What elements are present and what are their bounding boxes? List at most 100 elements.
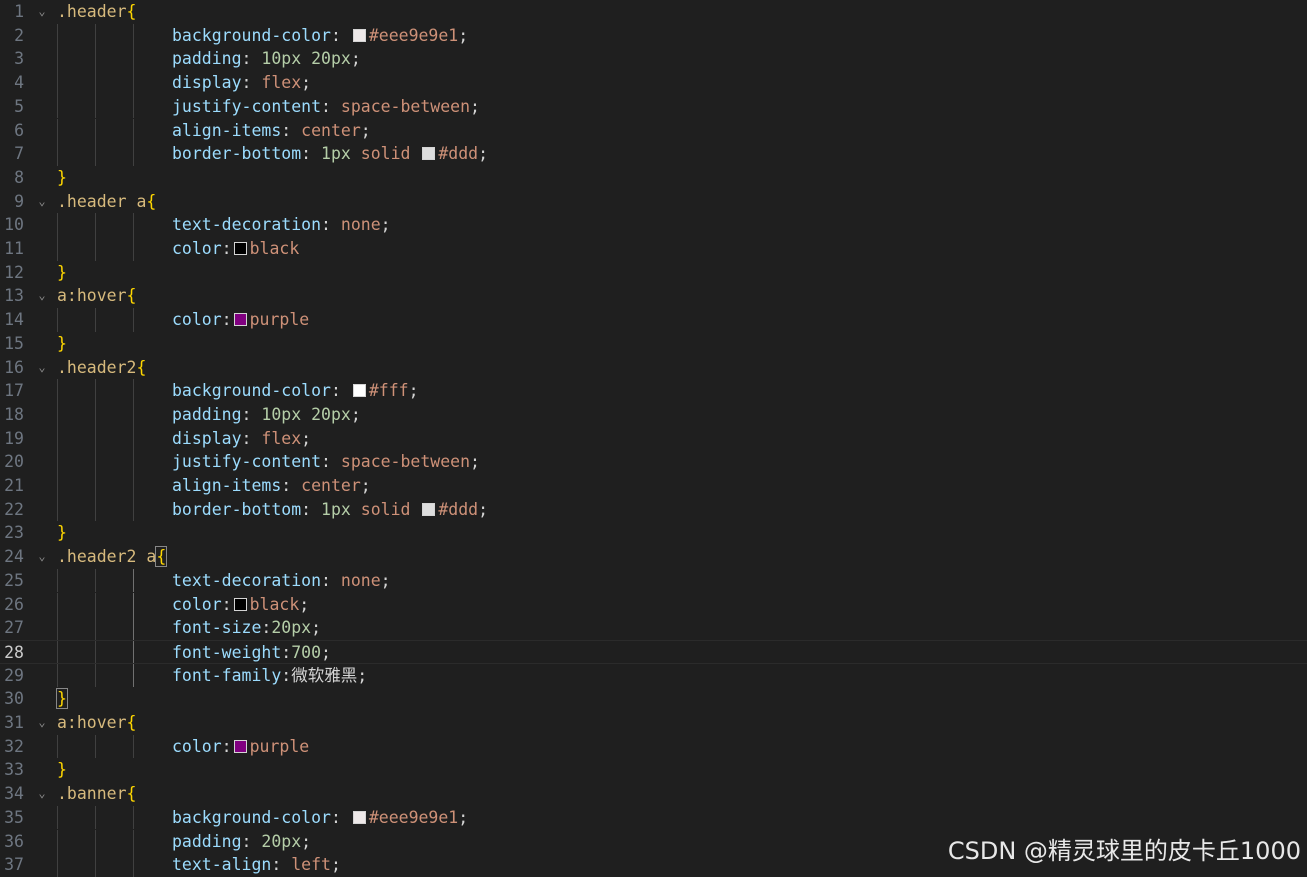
code-content: font-weight:700; (172, 641, 331, 665)
code-line[interactable]: 31 ⌄ a:hover{ (0, 711, 1307, 735)
code-token: : (241, 831, 262, 851)
indent-guide (133, 142, 134, 166)
code-line[interactable]: 8} (0, 166, 1307, 190)
code-token: display (172, 428, 242, 448)
code-token: : (330, 381, 351, 401)
code-token: 10px 20px (261, 404, 351, 424)
code-token: } (57, 760, 67, 780)
code-line[interactable]: 32 color: purple (0, 734, 1307, 759)
code-line[interactable]: 16 ⌄ .header2{ (0, 356, 1307, 380)
code-line[interactable]: 6 align-items: center; (0, 118, 1307, 143)
color-swatch[interactable] (352, 28, 366, 42)
code-line[interactable]: 27 font-size:20px; (0, 616, 1307, 640)
indent-guide (57, 47, 58, 72)
code-token: } (57, 333, 67, 353)
code-token: none (340, 570, 381, 590)
code-line[interactable]: 20 justify-content: space-between; (0, 450, 1307, 474)
code-token: space-between (340, 452, 471, 472)
code-content: } (57, 332, 67, 356)
code-line[interactable]: 35 background-color: #eee9e9e1; (0, 805, 1307, 830)
color-swatch[interactable] (233, 313, 247, 327)
code-token: .header a (57, 191, 147, 211)
color-swatch[interactable] (233, 739, 247, 753)
code-line[interactable]: 15} (0, 332, 1307, 356)
indent-guide (57, 640, 58, 663)
code-content: padding: 10px 20px; (172, 403, 361, 427)
code-line[interactable]: 13 ⌄ a:hover{ (0, 284, 1307, 308)
fold-chevron-icon[interactable]: ⌄ (34, 782, 50, 806)
line-number: 29 (4, 665, 24, 685)
indent-guide (57, 213, 58, 237)
code-line[interactable]: 19 display: flex; (0, 426, 1307, 451)
line-number: 16 (4, 357, 24, 377)
code-line[interactable]: 28 font-weight:700; (0, 639, 1307, 665)
indent-guide (95, 616, 96, 640)
code-token: { (155, 546, 168, 568)
indent-guide (133, 47, 134, 72)
code-token: a:hover (57, 286, 127, 306)
code-line[interactable]: 22 border-bottom: 1px solid #ddd; (0, 497, 1307, 522)
code-line[interactable]: 11 color: black (0, 237, 1307, 261)
code-line[interactable]: 12} (0, 261, 1307, 285)
color-swatch[interactable] (352, 810, 366, 824)
color-swatch[interactable] (422, 502, 436, 516)
indent-guide (57, 142, 58, 166)
code-line[interactable]: 2 background-color: #eee9e9e1; (0, 23, 1307, 48)
indent-guide (133, 71, 134, 95)
code-line[interactable]: 21 align-items: center; (0, 474, 1307, 498)
fold-chevron-icon[interactable]: ⌄ (34, 190, 50, 214)
line-number: 9 (14, 191, 24, 211)
color-swatch[interactable] (233, 242, 247, 255)
code-line[interactable]: 4 display: flex; (0, 71, 1307, 95)
code-token: : (330, 807, 351, 827)
code-line[interactable]: 23} (0, 521, 1307, 545)
code-line[interactable]: 1 ⌄ .header{ (0, 0, 1307, 24)
line-number: 18 (4, 404, 24, 424)
code-line[interactable]: 30} (0, 687, 1307, 711)
color-swatch[interactable] (422, 147, 436, 161)
code-line[interactable]: 25 text-decoration: none; (0, 568, 1307, 593)
color-swatch[interactable] (233, 597, 247, 611)
code-token: background-color (172, 381, 331, 401)
indent-guide (95, 308, 96, 332)
code-line[interactable]: 33} (0, 758, 1307, 782)
line-number: 37 (4, 855, 24, 875)
indent-guide (95, 853, 96, 877)
indent-guide (57, 94, 58, 119)
code-line[interactable]: 17 background-color: #fff; (0, 379, 1307, 403)
code-token: font-weight (172, 642, 282, 662)
code-line[interactable]: 5 justify-content: space-between; (0, 94, 1307, 119)
code-token: text-decoration (172, 215, 322, 235)
fold-chevron-icon[interactable]: ⌄ (34, 711, 50, 735)
code-content: } (57, 521, 67, 545)
code-content: a:hover{ (57, 284, 136, 308)
fold-chevron-icon[interactable]: ⌄ (34, 356, 50, 380)
indent-guide (133, 23, 134, 48)
code-line[interactable]: 18 padding: 10px 20px; (0, 402, 1307, 427)
fold-chevron-icon[interactable]: ⌄ (34, 545, 50, 569)
fold-chevron-icon[interactable]: ⌄ (34, 284, 50, 308)
code-line[interactable]: 29 font-family:微软雅黑; (0, 663, 1307, 688)
code-line[interactable]: 24 ⌄ .header2 a{ (0, 545, 1307, 569)
line-number: 22 (4, 499, 24, 519)
code-editor[interactable]: 1 ⌄ .header{2 background-color: #eee9e9e1; 3… (0, 0, 1307, 877)
color-swatch[interactable] (352, 384, 366, 398)
indent-guide (57, 734, 58, 759)
code-content: display: flex; (172, 427, 311, 451)
indent-guide (57, 308, 58, 332)
code-line[interactable]: 26 color: black; (0, 592, 1307, 617)
indent-guide (57, 853, 58, 877)
code-line[interactable]: 14 color: purple (0, 308, 1307, 332)
indent-guide (133, 118, 134, 143)
code-line[interactable]: 7 border-bottom: 1px solid #ddd; (0, 142, 1307, 166)
line-number: 1 (14, 2, 24, 21)
code-token: : (221, 736, 232, 756)
code-line[interactable]: 34 ⌄ .banner{ (0, 782, 1307, 806)
code-line[interactable]: 9 ⌄ .header a{ (0, 190, 1307, 214)
code-line[interactable]: 3 padding: 10px 20px; (0, 47, 1307, 72)
fold-chevron-icon[interactable]: ⌄ (34, 0, 50, 24)
code-line[interactable]: 10 text-decoration: none; (0, 213, 1307, 237)
indent-guide (57, 805, 58, 830)
code-token: text-decoration (172, 570, 322, 590)
indent-guide (95, 379, 96, 403)
